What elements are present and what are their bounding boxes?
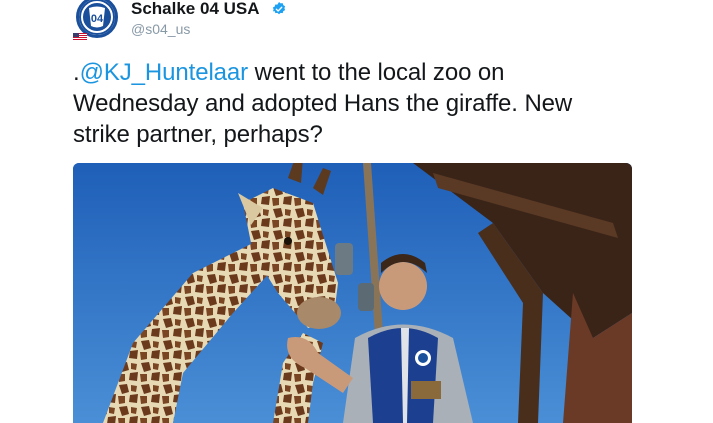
svg-text:04: 04 [91, 13, 104, 25]
mention-link[interactable]: @KJ_Huntelaar [80, 59, 249, 86]
schalke-logo-icon: 04 [79, 0, 115, 35]
tweet-text: .@KJ_Huntelaar went to the local zoo on … [73, 57, 633, 150]
giraffe-and-player-photo [73, 163, 632, 423]
display-name[interactable]: Schalke 04 USA [131, 0, 260, 19]
tweet-photo[interactable] [73, 163, 632, 423]
us-flag-icon [73, 33, 87, 41]
handle[interactable]: @s04_us [131, 21, 190, 37]
tweet-prefix: . [73, 59, 80, 86]
verified-badge-icon [272, 2, 286, 15]
tweet: 04 Schalke 04 USA @s04_us .@KJ_Huntelaar… [0, 0, 713, 423]
